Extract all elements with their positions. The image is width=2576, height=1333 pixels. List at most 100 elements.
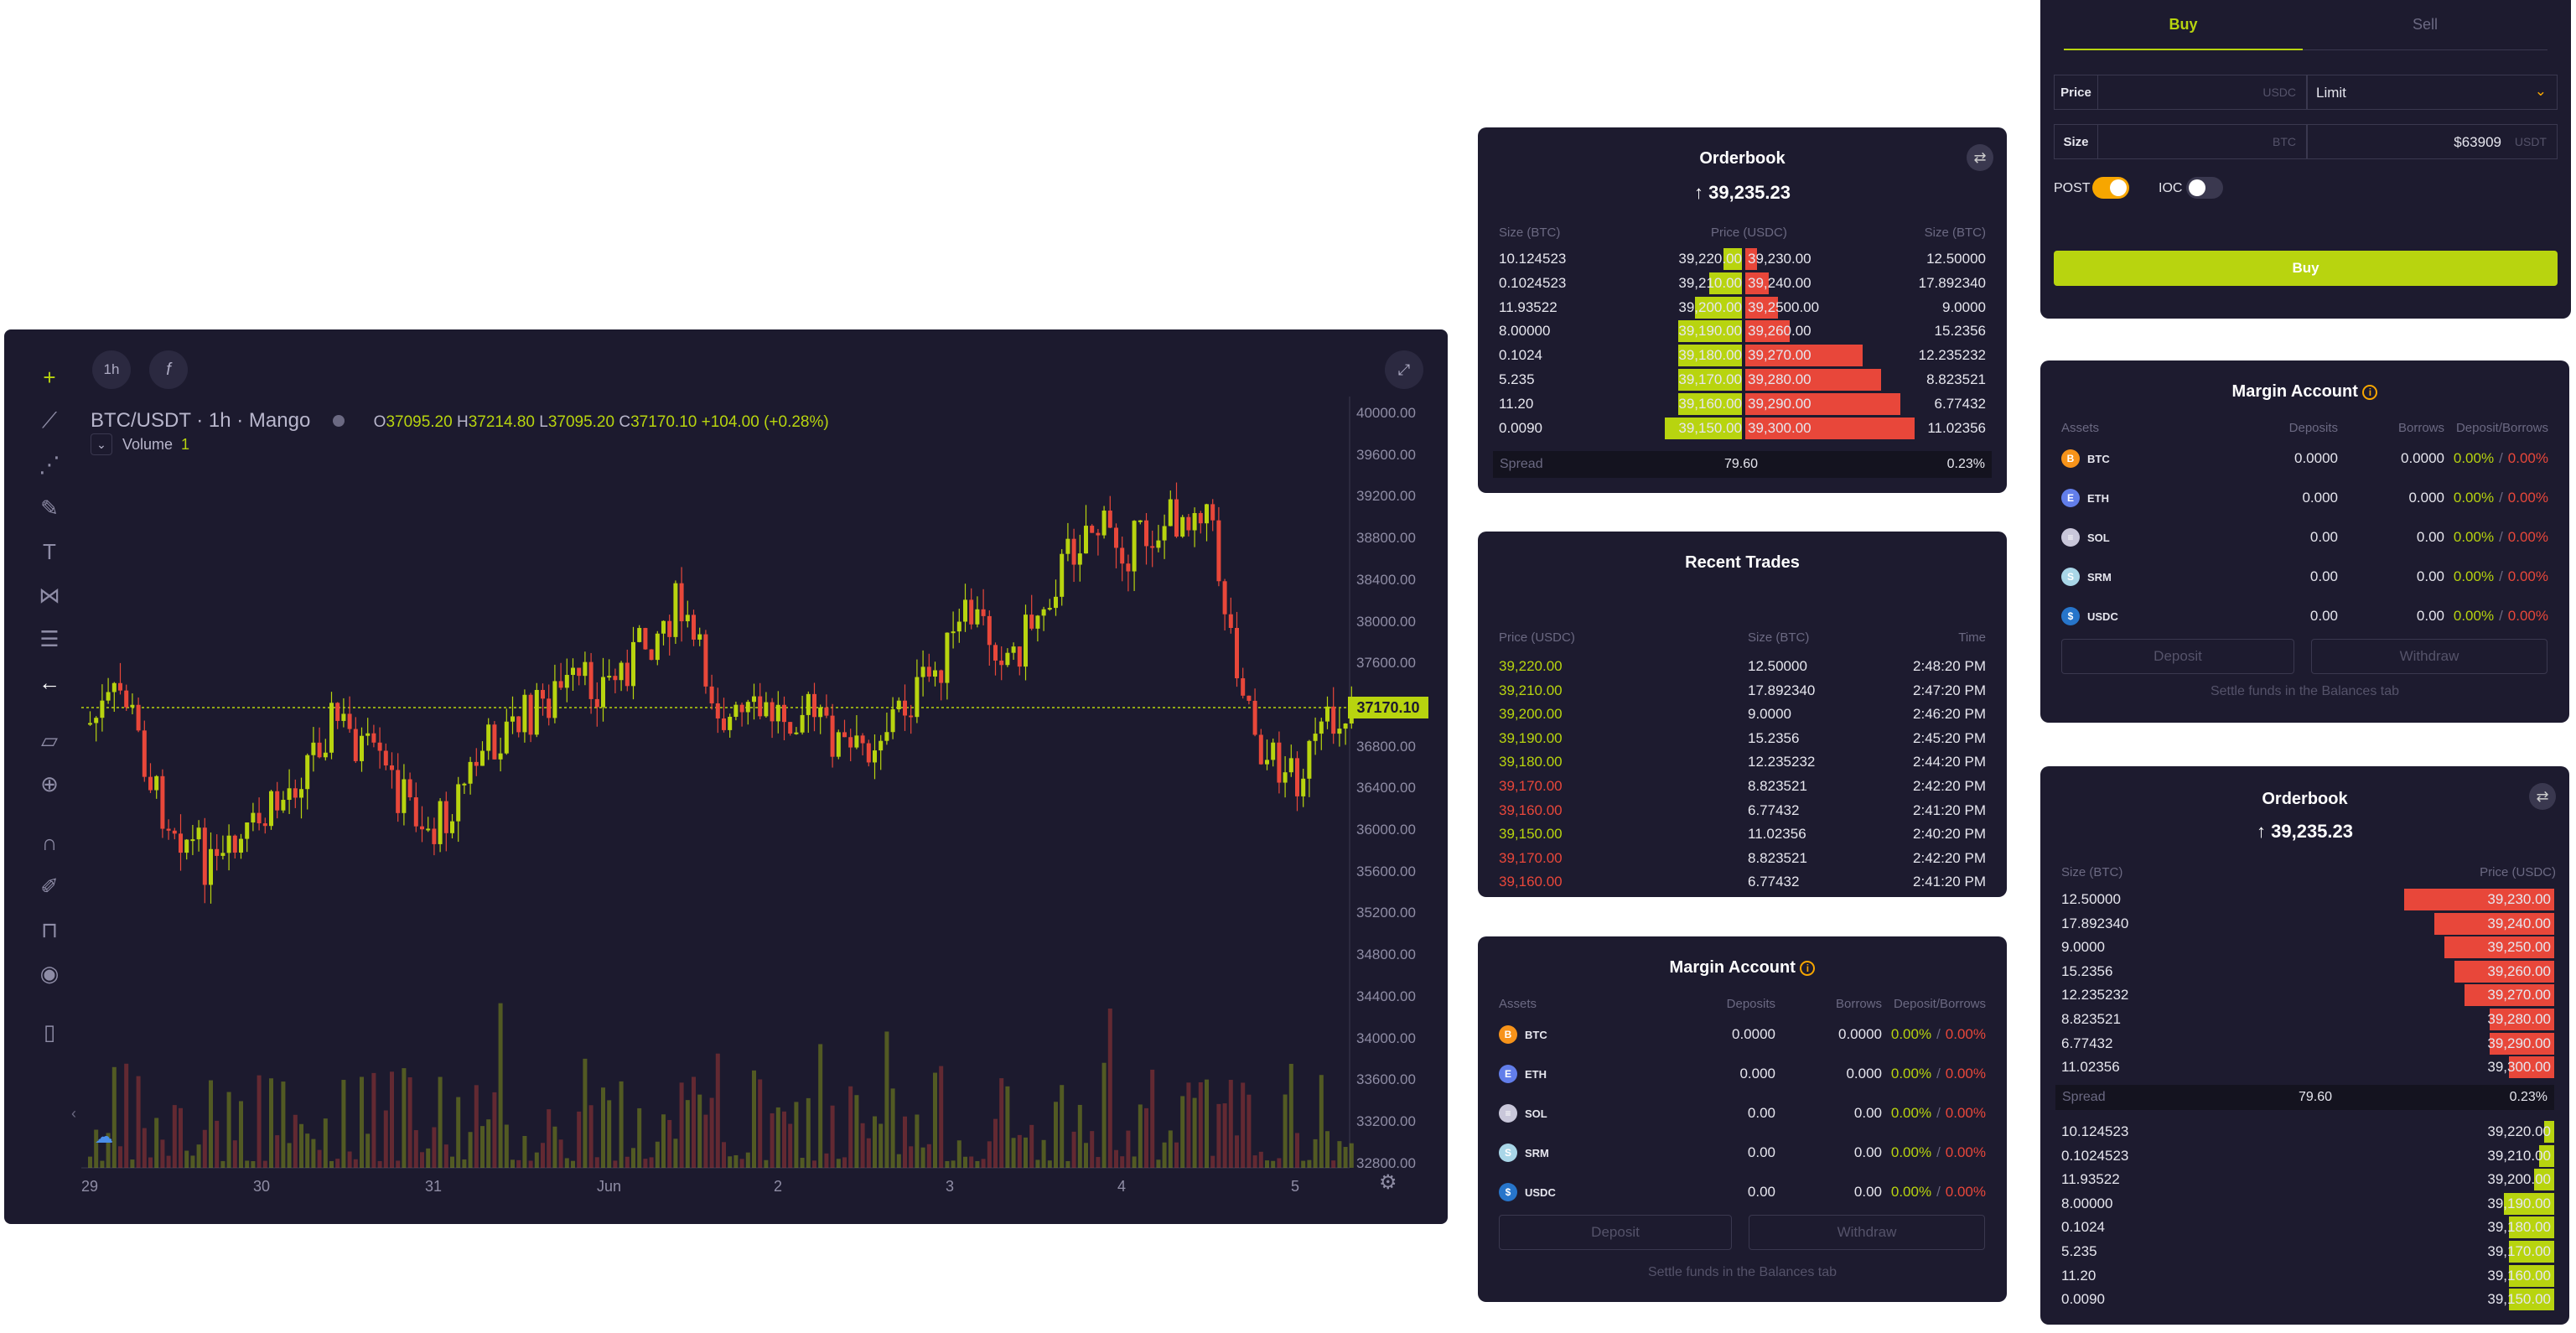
buy-submit-button[interactable]: Buy xyxy=(2054,251,2558,286)
deposit-button[interactable]: Deposit xyxy=(1499,1215,1732,1250)
price-input[interactable]: Price USDC xyxy=(2054,75,2307,110)
trade-size: 9.0000 xyxy=(1748,706,1791,723)
orderbook2-bid-row[interactable]: 0.0090 39,150.00 xyxy=(2040,1288,2569,1311)
volume-bar xyxy=(854,1095,859,1168)
size-input[interactable]: Size BTC xyxy=(2054,124,2307,159)
volume-bar xyxy=(1114,1149,1118,1168)
candle-body xyxy=(866,743,871,763)
rate-slash: / xyxy=(2499,450,2503,466)
orderbook2-bid-row[interactable]: 11.20 39,160.00 xyxy=(2040,1264,2569,1288)
candlestick-plot[interactable] xyxy=(4,329,1448,1224)
orderbook2-bid-row[interactable]: 0.1024 39,180.00 xyxy=(2040,1216,2569,1239)
post-toggle[interactable] xyxy=(2092,177,2129,199)
volume-bar xyxy=(1313,1138,1318,1168)
order-type-value: Limit xyxy=(2316,85,2346,101)
orderbook2-ask-row[interactable]: 12.235232 39,270.00 xyxy=(2040,983,2569,1007)
sol-token-icon: ≡ xyxy=(1499,1104,1517,1123)
volume-bar xyxy=(601,1087,605,1168)
candle-body xyxy=(275,791,280,811)
swap-view-icon[interactable]: ⇄ xyxy=(2529,783,2556,810)
orderbook2-bid-row[interactable]: 0.1024523 39,210.00 xyxy=(2040,1144,2569,1168)
trade-price: 39,170.00 xyxy=(1499,778,1563,794)
volume-bar xyxy=(848,1086,853,1168)
borrows-header: Borrows xyxy=(2397,421,2444,435)
order-type-select[interactable]: Limit ⌄ xyxy=(2307,75,2558,110)
deposit-rate: 0.00% xyxy=(2453,529,2495,545)
asset-name: SRM xyxy=(1525,1146,1549,1159)
margin-row: B BTC 0.0000 0.0000 0.00%/0.00% xyxy=(1478,1020,2007,1049)
orderbook2-bid-row[interactable]: 10.124523 39,220.00 xyxy=(2040,1120,2569,1144)
volume-bar xyxy=(818,1044,823,1168)
orderbook2-ask-row[interactable]: 15.2356 39,260.00 xyxy=(2040,960,2569,983)
candle-body xyxy=(1337,729,1342,734)
orderbook2-ask-row[interactable]: 9.0000 39,250.00 xyxy=(2040,936,2569,959)
withdraw-button[interactable]: Withdraw xyxy=(1749,1215,1985,1250)
candle-body xyxy=(1252,700,1257,735)
chevron-down-icon: ⌄ xyxy=(2534,83,2547,99)
volume-bar xyxy=(1337,1141,1342,1168)
orderbook2-bid-row[interactable]: 11.93522 39,200.00 xyxy=(2040,1168,2569,1191)
volume-bar xyxy=(1331,1160,1336,1168)
orderbook-row[interactable]: 8.00000 39,190.00 39,260.00 15.2356 xyxy=(1478,319,2007,343)
volume-bar xyxy=(1162,1142,1167,1168)
orderbook-row[interactable]: 5.235 39,170.00 39,280.00 8.823521 xyxy=(1478,368,2007,392)
orderbook2-bid-row[interactable]: 5.235 39,170.00 xyxy=(2040,1240,2569,1263)
y-tick: 34000.00 xyxy=(1356,1030,1416,1046)
asset-name: SRM xyxy=(2087,570,2112,584)
orderbook-row[interactable]: 0.1024523 39,210.00 39,240.00 17.892340 xyxy=(1478,272,2007,295)
orderbook2-bid-row[interactable]: 8.00000 39,190.00 xyxy=(2040,1192,2569,1216)
tab-sell[interactable]: Sell xyxy=(2303,0,2547,50)
borrow-amount: 0.0000 xyxy=(1838,1026,1882,1042)
volume-bar xyxy=(1301,1160,1306,1168)
orderbook-row[interactable]: 0.1024 39,180.00 39,270.00 12.235232 xyxy=(1478,344,2007,367)
orderbook2-ask-row[interactable]: 8.823521 39,280.00 xyxy=(2040,1008,2569,1031)
orderbook2-ask-row[interactable]: 6.77432 39,290.00 xyxy=(2040,1032,2569,1056)
candle-body xyxy=(136,704,141,731)
bid-size: 10.124523 xyxy=(1499,251,1567,267)
x-tick: 31 xyxy=(425,1178,443,1195)
orderbook2-ask-row[interactable]: 12.50000 39,230.00 xyxy=(2040,888,2569,911)
ask-size: 12.235232 xyxy=(1918,347,1986,364)
swap-view-icon[interactable]: ⇄ xyxy=(1967,144,1993,171)
volume-bar xyxy=(1060,1085,1065,1168)
volume-bar xyxy=(1277,1158,1282,1168)
volume-bar xyxy=(341,1080,346,1168)
candle-body xyxy=(890,709,895,733)
candle-body xyxy=(733,704,739,717)
rate-pair: 0.00%/0.00% xyxy=(2454,608,2548,625)
candle-body xyxy=(172,830,177,834)
orderbook2-ask-row[interactable]: 17.892340 39,240.00 xyxy=(2040,912,2569,936)
trade-price: 39,190.00 xyxy=(1499,729,1563,746)
btc-token-icon: B xyxy=(2061,449,2080,468)
candle-body xyxy=(1090,526,1095,533)
scroll-left-icon[interactable]: ‹ xyxy=(71,1105,76,1123)
volume-bar xyxy=(752,1070,756,1168)
candle-body xyxy=(619,662,624,681)
orderbook-row[interactable]: 10.124523 39,220.00 39,230.00 12.50000 xyxy=(1478,247,2007,271)
y-tick: 38800.00 xyxy=(1356,530,1416,547)
size-usdt-input[interactable]: $63909 USDT xyxy=(2307,124,2558,159)
volume-bar xyxy=(1144,1107,1148,1168)
candle-body xyxy=(999,660,1004,666)
candle-body xyxy=(987,615,992,646)
deposit-button[interactable]: Deposit xyxy=(2061,639,2294,674)
info-icon[interactable]: i xyxy=(1800,960,1816,976)
volume-bar xyxy=(202,1129,207,1168)
orderbook-row[interactable]: 0.0090 39,150.00 39,300.00 11.02356 xyxy=(1478,417,2007,440)
candle-body xyxy=(920,666,925,677)
orderbook2-ask-row[interactable]: 11.02356 39,300.00 xyxy=(2040,1056,2569,1079)
candle-body xyxy=(631,641,635,687)
size-header-left: Size (BTC) xyxy=(1499,226,1561,240)
candle-body xyxy=(245,822,250,839)
info-icon[interactable]: i xyxy=(2362,384,2378,400)
volume-bar xyxy=(443,1144,448,1168)
orderbook-row[interactable]: 11.93522 39,200.00 39,2500.00 9.0000 xyxy=(1478,296,2007,319)
trade-row: 39,160.00 6.77432 2:41:20 PM xyxy=(1478,799,2007,822)
candle-body xyxy=(884,732,889,741)
withdraw-button[interactable]: Withdraw xyxy=(2311,639,2547,674)
orderbook-row[interactable]: 11.20 39,160.00 39,290.00 6.77432 xyxy=(1478,392,2007,416)
settings-gear-icon[interactable]: ⚙ xyxy=(1379,1170,1397,1195)
tab-buy[interactable]: Buy xyxy=(2064,0,2303,50)
candle-body xyxy=(1156,540,1161,548)
ioc-toggle[interactable] xyxy=(2186,177,2223,199)
